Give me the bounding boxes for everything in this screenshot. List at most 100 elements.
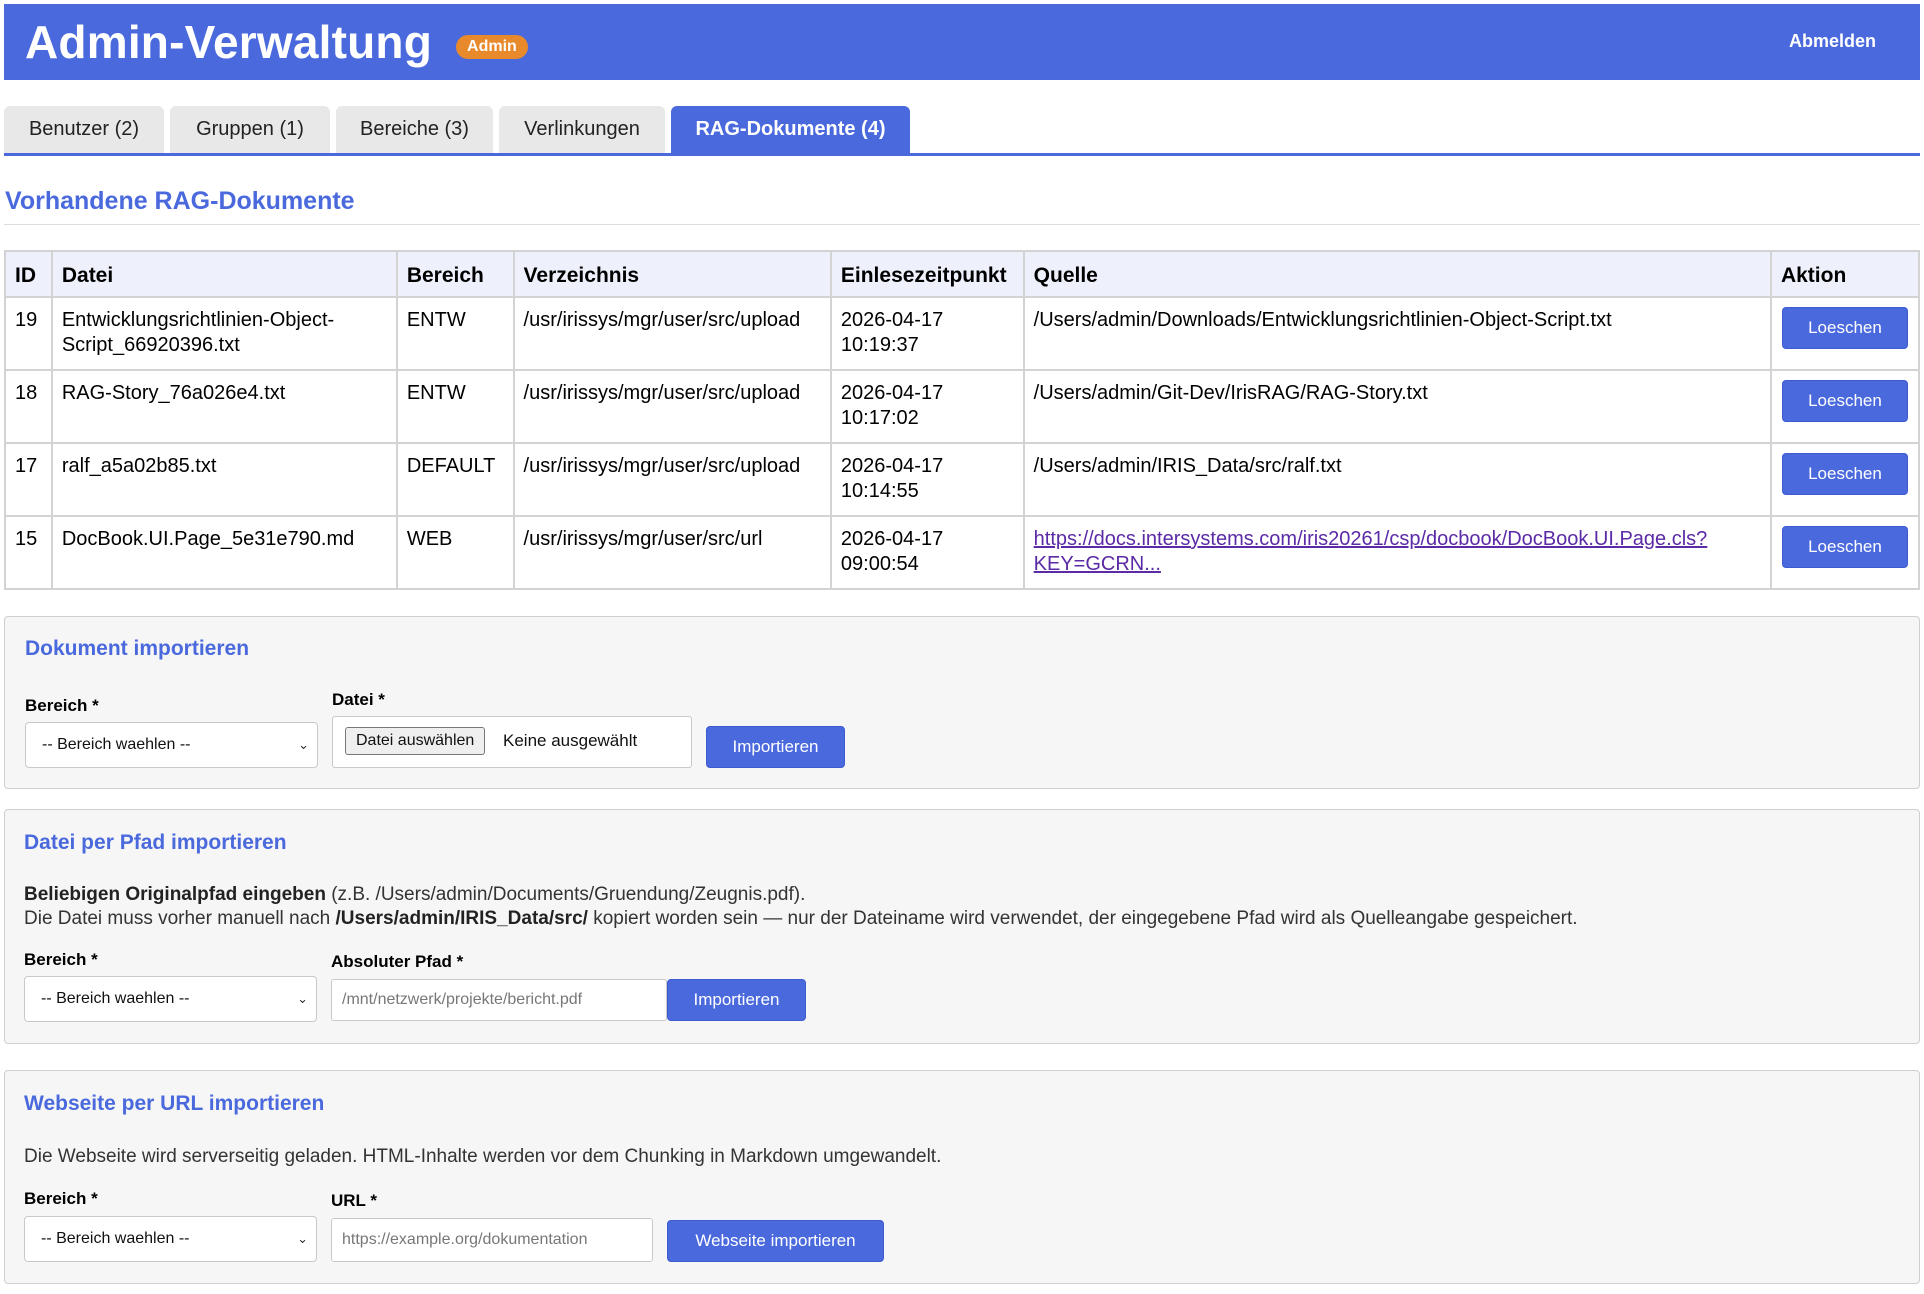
cell-verzeichnis: /usr/irissys/mgr/user/src/upload	[512, 369, 832, 444]
cell-aktion: Loeschen	[1769, 515, 1921, 590]
delete-button[interactable]: Loeschen	[1781, 526, 1908, 568]
cell-verzeichnis: /usr/irissys/mgr/user/src/upload	[512, 442, 832, 517]
cell-id: 19	[4, 296, 53, 371]
time: 10:14:55	[840, 480, 919, 502]
desc-bold-1: Beliebigen Originalpfad eingeben	[24, 884, 326, 905]
logout-button[interactable]: Abmelden	[1789, 31, 1876, 52]
cell-bereich: WEB	[395, 515, 515, 590]
path-description: Beliebigen Originalpfad eingeben (z.B. /…	[24, 883, 1904, 931]
bereich-select[interactable]: -- Bereich waehlen -- ⌄	[25, 722, 318, 768]
import-url-panel: Webseite per URL importieren Die Webseit…	[4, 1070, 1920, 1284]
section-title: Vorhandene RAG-Dokumente	[5, 187, 355, 215]
bereich-select[interactable]: -- Bereich waehlen -- ⌄	[24, 1216, 317, 1262]
column-header-quelle[interactable]: Quelle	[1022, 250, 1772, 298]
tab-gruppen[interactable]: Gruppen (1)	[170, 106, 330, 153]
datei-label: Datei *	[332, 690, 385, 709]
cell-einlesezeitpunkt: 2026-04-17 10:19:37	[829, 296, 1025, 371]
role-badge: Admin	[456, 35, 528, 59]
date: 2026-04-17	[840, 528, 944, 550]
cell-verzeichnis: /usr/irissys/mgr/user/src/url	[512, 515, 832, 590]
tab-rag-dokumente[interactable]: RAG-Dokumente (4)	[671, 106, 910, 153]
tab-verlinkungen[interactable]: Verlinkungen	[499, 106, 665, 153]
bereich-label: Bereich *	[25, 696, 99, 715]
bereich-select-value: -- Bereich waehlen --	[41, 1230, 190, 1247]
cell-datei: Entwicklungsrichtlinien-Object- Script_66…	[50, 296, 398, 371]
import-button[interactable]: Importieren	[706, 726, 845, 768]
cell-bereich: ENTW	[395, 369, 515, 444]
cell-aktion: Loeschen	[1769, 442, 1921, 517]
bereich-select-value: -- Bereich waehlen --	[42, 736, 191, 753]
cell-bereich: ENTW	[395, 296, 515, 371]
absolute-path-input[interactable]: /mnt/netzwerk/projekte/bericht.pdf	[331, 979, 667, 1021]
time: 10:17:02	[840, 407, 919, 429]
import-path-panel: Datei per Pfad importieren Beliebigen Or…	[4, 809, 1920, 1044]
datei-line-1: Entwicklungsrichtlinien-Object-	[61, 309, 335, 331]
delete-button[interactable]: Loeschen	[1781, 453, 1908, 495]
quelle-text: /Users/admin/Downloads/Entwicklungsricht…	[1033, 309, 1612, 331]
bereich-select[interactable]: -- Bereich waehlen -- ⌄	[24, 976, 317, 1022]
table-header-row: ID Datei Bereich Verzeichnis Einlesezeit…	[4, 250, 1921, 298]
path-label: Absoluter Pfad *	[331, 952, 464, 971]
panel-title: Datei per Pfad importieren	[24, 831, 287, 854]
panel-title: Webseite per URL importieren	[24, 1092, 325, 1115]
date: 2026-04-17	[840, 455, 944, 477]
table-row: 17 ralf_a5a02b85.txt DEFAULT /usr/irissy…	[4, 442, 1921, 517]
table-row: 19 Entwicklungsrichtlinien-Object- Script…	[4, 296, 1921, 371]
table-row: 18 RAG-Story_76a026e4.txt ENTW /usr/iris…	[4, 369, 1921, 444]
cell-id: 18	[4, 369, 53, 444]
desc-bold-2: /Users/admin/IRIS_Data/src/	[335, 908, 588, 929]
cell-quelle: https://docs.intersystems.com/iris20261/…	[1022, 515, 1772, 590]
column-header-datei[interactable]: Datei	[50, 250, 398, 298]
chevron-down-icon: ⌄	[298, 737, 309, 752]
desc-rest-1: (z.B. /Users/admin/Documents/Gruendung/Z…	[325, 884, 806, 905]
chevron-down-icon: ⌄	[297, 1231, 308, 1246]
desc-pre-2: Die Datei muss vorher manuell nach	[24, 908, 336, 929]
import-website-button[interactable]: Webseite importieren	[667, 1220, 884, 1262]
cell-quelle: /Users/admin/Downloads/Entwicklungsricht…	[1022, 296, 1772, 371]
import-path-button[interactable]: Importieren	[667, 979, 806, 1021]
cell-datei: DocBook.UI.Page_5e31e790.md	[50, 515, 398, 590]
url-input[interactable]: https://example.org/dokumentation	[331, 1218, 653, 1262]
bereich-select-value: -- Bereich waehlen --	[41, 990, 190, 1007]
cell-einlesezeitpunkt: 2026-04-17 10:14:55	[829, 442, 1025, 517]
cell-aktion: Loeschen	[1769, 369, 1921, 444]
bereich-label: Bereich *	[24, 950, 98, 969]
import-document-panel: Dokument importieren Bereich * Datei * -…	[4, 616, 1920, 789]
url-label: URL *	[331, 1191, 377, 1210]
cell-quelle: /Users/admin/IRIS_Data/src/ralf.txt	[1022, 442, 1772, 517]
bereich-label: Bereich *	[24, 1189, 98, 1208]
cell-bereich: DEFAULT	[395, 442, 515, 517]
desc-rest-2: kopiert worden sein — nur der Dateiname …	[587, 908, 1578, 929]
column-header-id[interactable]: ID	[4, 250, 53, 298]
cell-einlesezeitpunkt: 2026-04-17 10:17:02	[829, 369, 1025, 444]
source-link-line-1[interactable]: https://docs.intersystems.com/iris20261/…	[1034, 528, 1708, 550]
column-header-bereich[interactable]: Bereich	[395, 250, 515, 298]
url-description: Die Webseite wird serverseitig geladen. …	[24, 1146, 942, 1167]
panel-title: Dokument importieren	[25, 637, 250, 660]
cell-quelle: /Users/admin/Git-Dev/IrisRAG/RAG-Story.t…	[1022, 369, 1772, 444]
cell-datei: ralf_a5a02b85.txt	[50, 442, 398, 517]
cell-id: 17	[4, 442, 53, 517]
time: 10:19:37	[840, 334, 919, 356]
delete-button[interactable]: Loeschen	[1781, 307, 1908, 349]
date: 2026-04-17	[840, 382, 944, 404]
table-row: 15 DocBook.UI.Page_5e31e790.md WEB /usr/…	[4, 515, 1921, 590]
column-header-verzeichnis[interactable]: Verzeichnis	[512, 250, 832, 298]
tab-benutzer[interactable]: Benutzer (2)	[4, 106, 164, 153]
chevron-down-icon: ⌄	[297, 991, 308, 1006]
choose-file-button[interactable]: Datei auswählen	[345, 727, 486, 755]
source-link-line-2[interactable]: KEY=GCRN...	[1034, 553, 1161, 575]
source-link[interactable]: https://docs.intersystems.com/iris20261/…	[1034, 528, 1708, 575]
tab-bar: Benutzer (2) Gruppen (1) Bereiche (3) Ve…	[4, 106, 1920, 156]
column-header-aktion[interactable]: Aktion	[1769, 250, 1921, 298]
file-status: Keine ausgewählt	[503, 731, 638, 750]
delete-button[interactable]: Loeschen	[1781, 380, 1908, 422]
column-header-einlesezeitpunkt[interactable]: Einlesezeitpunkt	[829, 250, 1025, 298]
datei-line-2: Script_66920396.txt	[61, 334, 240, 356]
file-input[interactable]: Datei auswählen Keine ausgewählt	[332, 716, 692, 768]
tab-bereiche[interactable]: Bereiche (3)	[336, 106, 493, 153]
cell-id: 15	[4, 515, 53, 590]
cell-aktion: Loeschen	[1769, 296, 1921, 371]
app-header: Admin-Verwaltung Admin Abmelden	[4, 4, 1920, 80]
date: 2026-04-17	[840, 309, 944, 331]
